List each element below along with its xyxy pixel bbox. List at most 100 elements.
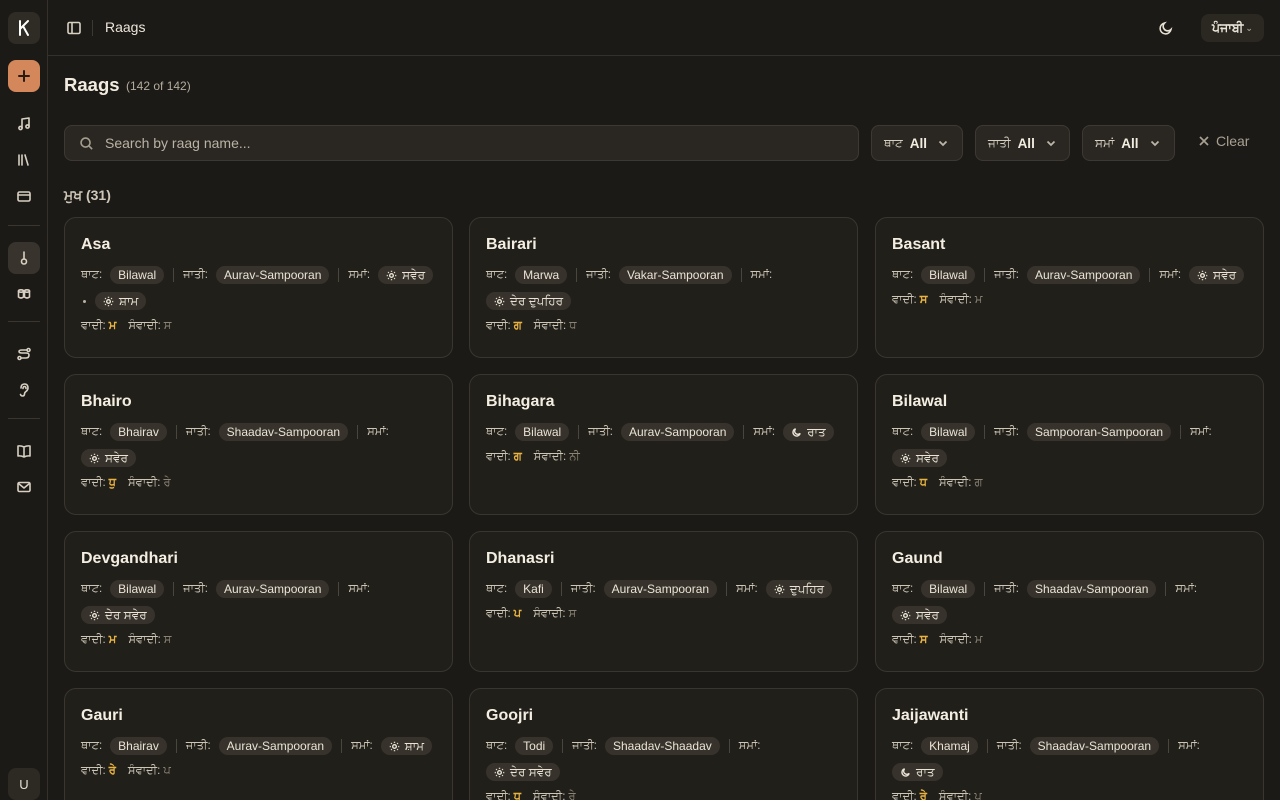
raag-notes: ਵਾਦੀ: ਸ ਸੰਵਾਦੀ: ਮ [892,294,1247,307]
samay-label: ਸਮਾਂ: [1190,426,1212,438]
plus-icon [18,70,30,82]
divider [578,425,580,439]
clear-filters-button[interactable]: Clear [1198,133,1249,149]
mail-icon [17,481,31,493]
samay-pill: ਰਾਤ [783,423,834,441]
sidebar-item-card[interactable] [8,180,40,212]
raag-card[interactable]: Bihagara ਥਾਟ: Bilawal ਜਾਤੀ: Aurav-Sampooran ਸ… [469,374,858,515]
raag-card[interactable]: Asa ਥਾਟ: Bilawal ਜਾਤੀ: Aurav-Sampooran ਸਮਾਂ: ਸ… [64,217,453,358]
sidebar-item-mail[interactable] [8,471,40,503]
chevron-down-icon [1150,140,1159,147]
raag-card[interactable]: Bairari ਥਾਟ: Marwa ਜਾਤੀ: Vakar-Sampooran ਸਮਾਂ… [469,217,858,358]
raag-card[interactable]: Devgandhari ਥਾਟ: Bilawal ਜਾਤੀ: Aurav-Sampoor… [64,531,453,672]
samay-value: ਦੇਰ ਸਵੇਰ [105,607,147,622]
jaati-pill: Shaadav-Sampooran [1029,737,1160,755]
new-button[interactable] [8,60,40,92]
sidebar-item-music[interactable] [8,108,40,140]
samay-value: ਸ਼ਾਮ [404,738,425,753]
samay-value: ਸਵੇਰ [1213,267,1237,282]
samay-filter[interactable]: ਸਮਾਂ All [1082,125,1175,161]
samay-pill: ਦੁਪਹਿਰ [765,580,833,598]
samay-value: ਸਵੇਰ [402,267,426,282]
logo-k-icon [19,20,29,36]
divider [173,268,175,282]
jaati-pill: Aurav-Sampooran [603,580,718,598]
raag-card[interactable]: Bilawal ਥਾਟ: Bilawal ਜਾਤੀ: Sampooran-Sampoor… [875,374,1264,515]
sidebar-item-route[interactable] [8,338,40,370]
raag-card[interactable]: Goojri ਥਾਟ: Todi ਜਾਤੀ: Shaadav-Shaadav ਸਮਾਂ: ਦ… [469,688,858,800]
search-input[interactable] [105,126,845,160]
samvadi-note: ਰੇ [568,791,576,800]
thaat-label: ਥਾਟ: [486,740,508,752]
sun-icon [900,453,911,463]
raag-card[interactable]: Gauri ਥਾਟ: Bhairav ਜਾਤੀ: Aurav-Sampooran ਸਮਾਂ… [64,688,453,800]
raag-notes: ਵਾਦੀ: ਗ ਸੰਵਾਦੀ: ਧ [486,320,841,333]
samvadi-label: ਸੰਵਾਦੀ: [533,791,566,800]
samay-pill: ਸ਼ਾਮ [380,737,433,755]
avatar[interactable]: U [8,768,40,800]
sun-icon [900,610,911,620]
jaati-pill: Sampooran-Sampooran [1027,423,1172,441]
jaati-label: ਜਾਤੀ: [996,740,1022,752]
thaat-label: ਥਾਟ: [486,426,508,438]
sidebar-item-docs[interactable] [8,435,40,467]
samvadi-note: ਪ [974,791,982,800]
jaati-label: ਜਾਤੀ: [183,583,208,595]
raag-card[interactable]: Dhanasri ਥਾਟ: Kafi ਜਾਤੀ: Aurav-Sampooran ਸਮਾਂ… [469,531,858,672]
samay-label: ਸਮਾਂ: [1175,583,1198,595]
samvadi-label: ਸੰਵਾਦੀ: [533,608,566,620]
raag-notes: ਵਾਦੀ: ਧ ਸੰਵਾਦੀ: ਗ [892,477,1247,490]
divider [728,739,730,753]
jaati-label: ਜਾਤੀ: [994,269,1019,281]
raag-attributes: ਥਾਟ: Bilawal ਜਾਤੀ: Sampooran-Sampooran ਸਮਾਂ:… [892,423,1248,467]
vadi-label: ਵਾਦੀ: [892,477,917,489]
thaat-label: ਥਾਟ: [81,269,103,281]
theme-toggle-button[interactable] [1154,16,1178,40]
language-select[interactable]: ਪੰਜਾਬੀ ⌄ [1201,14,1264,42]
raag-notes: ਵਾਦੀ: ਮ ਸੰਵਾਦੀ: ਸ [81,634,436,647]
samvadi-note: ਗ [974,477,983,489]
samay-value: ਸ਼ਾਮ [119,293,139,308]
thaat-label: ਥਾਟ: [81,740,103,752]
divider [338,268,340,282]
sidebar-toggle-button[interactable] [64,16,84,40]
vadi-label: ਵਾਦੀ: [892,294,917,306]
filter-value: All [1121,135,1139,151]
raag-name: Dhanasri [486,550,555,567]
samvadi-label: ਸੰਵਾਦੀ: [128,320,161,332]
thaat-filter[interactable]: ਥਾਟ All [871,125,963,161]
breadcrumb: Raags [105,19,146,35]
jaati-pill: Aurav-Sampooran [216,580,330,598]
raag-name: Devgandhari [81,550,178,567]
sidebar-item-tabla[interactable] [8,278,40,310]
vadi-label: ਵਾਦੀ: [81,477,106,489]
chevron-down-icon [938,140,948,147]
jaati-label: ਜਾਤੀ: [570,583,596,595]
raag-card[interactable]: Gaund ਥਾਟ: Bilawal ਜਾਤੀ: Shaadav-Sampooran ਸਮ… [875,531,1264,672]
divider [1149,268,1151,282]
divider [1168,739,1170,753]
vadi-label: ਵਾਦੀ: [486,608,511,620]
samay-label: ਸਮਾਂ: [348,269,371,281]
divider [341,739,343,753]
page-title: Raags [64,74,120,95]
sun-icon [89,610,100,620]
close-icon [1199,136,1209,146]
raag-name: Bhairo [81,393,132,410]
vadi-note: ਧੁ [513,791,522,800]
raag-card[interactable]: Jaijawanti ਥਾਟ: Khamaj ਜਾਤੀ: Shaadav-Sampoor… [875,688,1264,800]
samay-value: ਸਵੇਰ [916,607,939,622]
sidebar-item-ear-training[interactable] [8,374,40,406]
raag-card[interactable]: Basant ਥਾਟ: Bilawal ਜਾਤੀ: Aurav-Sampooran ਸਮਾ… [875,217,1264,358]
moon-icon [1159,21,1173,35]
raag-attributes: ਥਾਟ: Khamaj ਜਾਤੀ: Shaadav-Sampooran ਸਮਾਂ: ਰਾਤ [892,737,1248,781]
vadi-note: ਧੁ [108,477,117,489]
jaati-filter[interactable]: ਜਾਤੀ All [975,125,1070,161]
jaati-label: ਜਾਤੀ: [572,740,597,752]
divider [562,739,564,753]
raag-card[interactable]: Bhairo ਥਾਟ: Bhairav ਜਾਤੀ: Shaadav-Sampooran ਸ… [64,374,453,515]
sidebar-item-library[interactable] [8,144,40,176]
jaati-pill: Shaadav-Sampooran [218,423,349,441]
app-logo[interactable] [8,12,40,44]
sidebar-item-raags[interactable] [8,242,40,274]
